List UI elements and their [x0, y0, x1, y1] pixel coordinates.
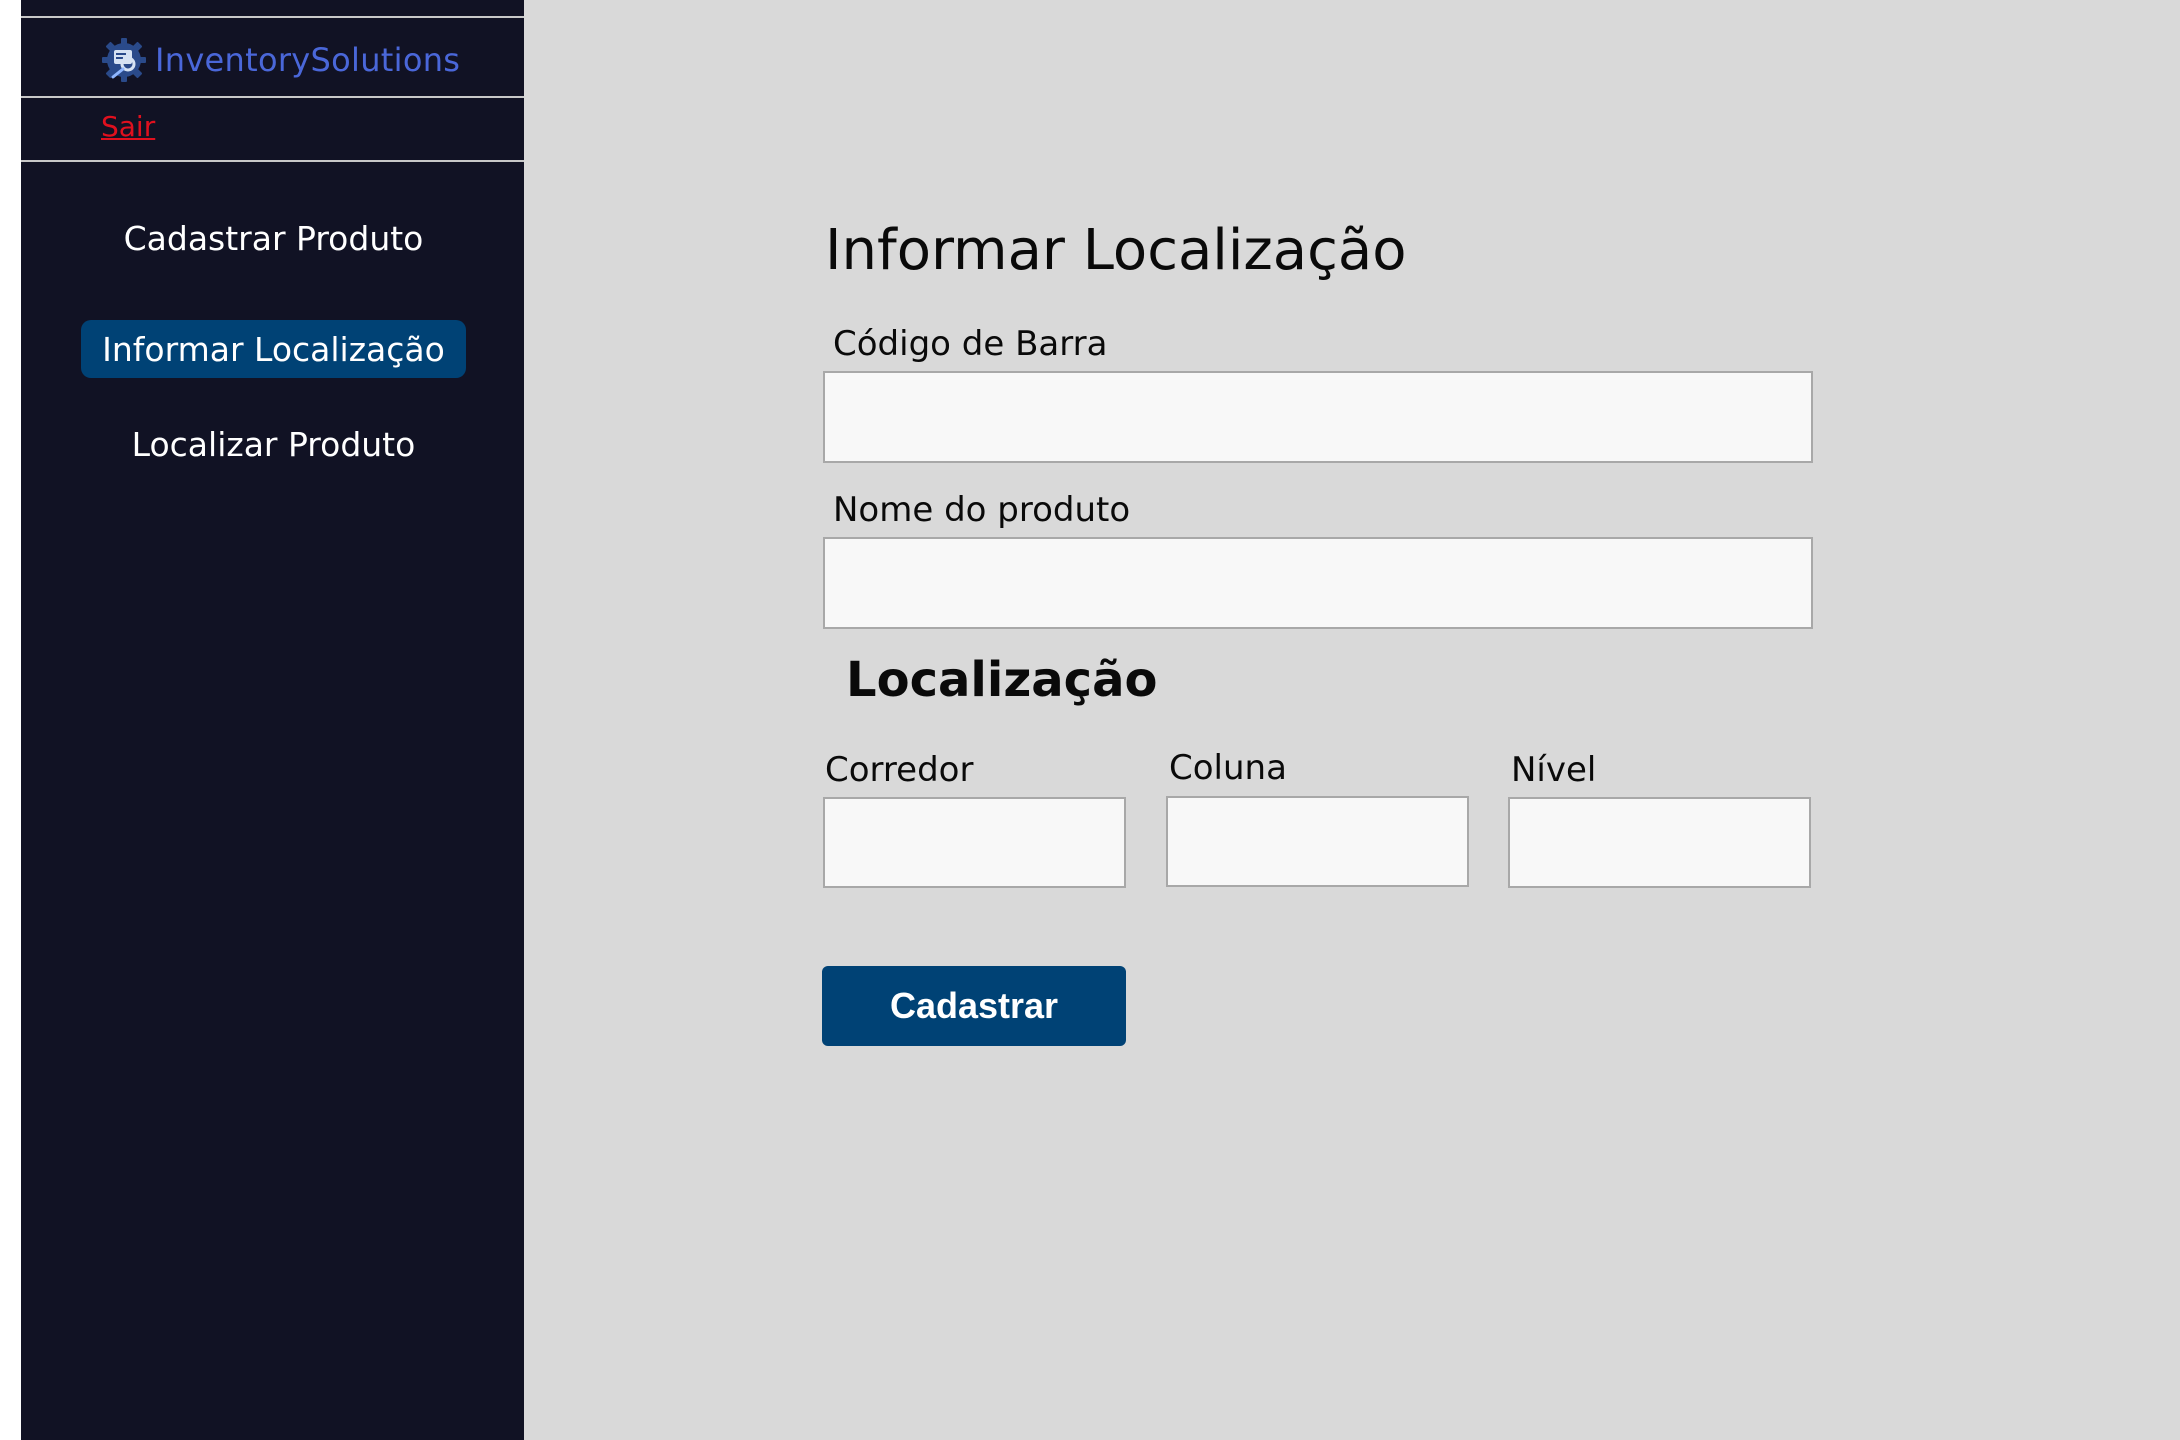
corridor-label: Corredor: [825, 750, 974, 790]
product-name-label: Nome do produto: [833, 490, 1131, 530]
sidebar-divider: [21, 160, 524, 162]
corridor-input[interactable]: [823, 797, 1126, 888]
level-label: Nível: [1511, 750, 1597, 790]
window-edge: [0, 0, 21, 1440]
barcode-input[interactable]: [823, 371, 1813, 463]
sidebar: InventorySolutions Sair Cadastrar Produt…: [21, 0, 524, 1440]
sidebar-item-localizar-produto[interactable]: Localizar Produto: [81, 415, 466, 473]
level-input[interactable]: [1508, 797, 1811, 888]
brand[interactable]: InventorySolutions: [101, 36, 460, 84]
column-input[interactable]: [1166, 796, 1469, 887]
sidebar-item-cadastrar-produto[interactable]: Cadastrar Produto: [81, 209, 466, 267]
barcode-label: Código de Barra: [833, 324, 1108, 364]
location-section-title: Localização: [846, 652, 1158, 708]
column-label: Coluna: [1169, 748, 1287, 788]
submit-button[interactable]: Cadastrar: [822, 966, 1126, 1046]
sidebar-item-informar-localizacao[interactable]: Informar Localização: [81, 320, 466, 378]
brand-name: InventorySolutions: [155, 41, 461, 79]
inventory-gear-icon: [102, 38, 146, 82]
sidebar-divider: [21, 16, 524, 18]
page-title: Informar Localização: [825, 218, 1407, 283]
logout-link[interactable]: Sair: [101, 110, 155, 143]
product-name-input[interactable]: [823, 537, 1813, 629]
sidebar-divider: [21, 96, 524, 98]
